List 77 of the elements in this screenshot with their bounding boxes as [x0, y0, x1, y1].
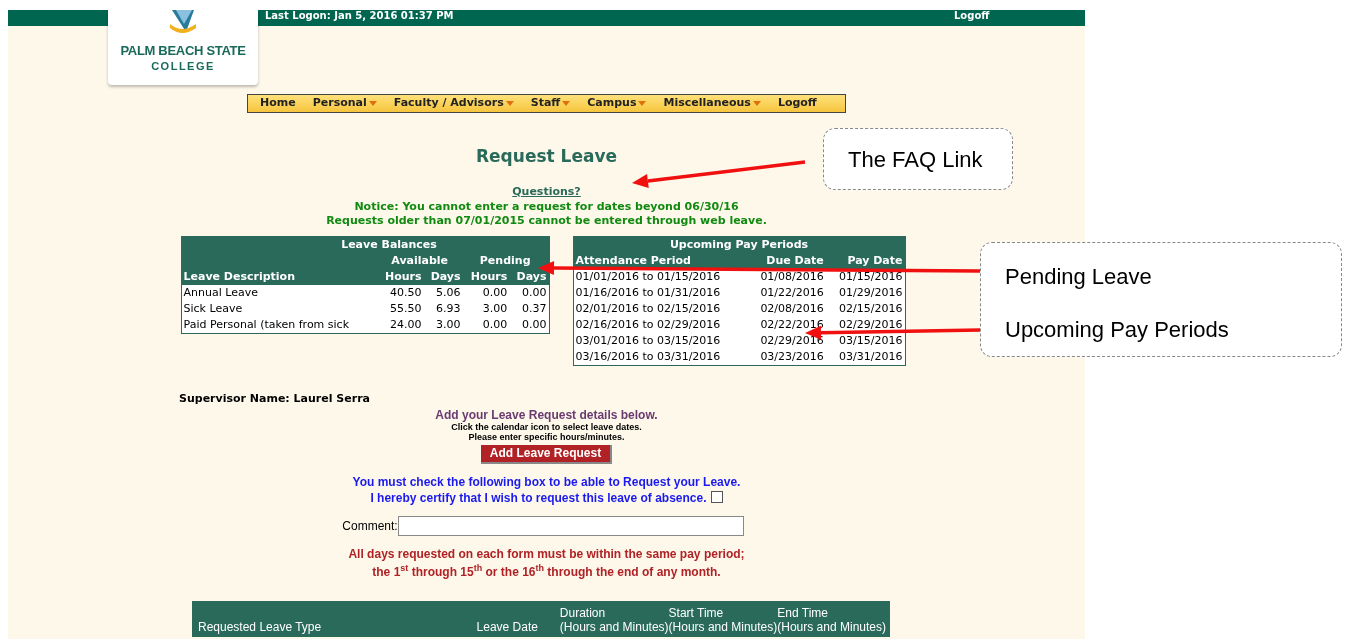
table-cell: 02/29/2016	[747, 333, 826, 349]
page-title: Request Leave	[476, 145, 617, 168]
comment-label: Comment:	[342, 517, 398, 535]
table-cell: 02/08/2016	[747, 301, 826, 317]
table-cell: 02/16/2016 to 02/29/2016	[573, 317, 748, 333]
column-header: Hours	[376, 269, 424, 285]
callout-text: Pending Leave	[1005, 263, 1152, 291]
menu-item[interactable]: Home	[260, 95, 296, 112]
table-cell: 01/15/2016	[825, 269, 905, 285]
certify-notice: You must check the following box to be able to Request your Leave.	[351, 473, 742, 490]
table-cell: 0.00	[509, 285, 549, 301]
table-title: Upcoming Pay Periods	[573, 236, 905, 253]
menu-item[interactable]: Campus	[587, 95, 647, 112]
supervisor-name: Supervisor Name: Laurel Serra	[179, 391, 371, 407]
table-cell: 55.50	[376, 301, 424, 317]
table-cell: 6.93	[423, 301, 463, 317]
rule-text: All days requested on each form must be within the same pay period;	[347, 545, 746, 563]
table-cell: 03/15/2016	[825, 333, 905, 349]
logo-text: COLLEGE	[150, 59, 216, 74]
table-cell: 01/01/2016 to 01/15/2016	[573, 269, 748, 285]
callout-text: The FAQ Link	[848, 146, 983, 174]
column-header: Hours	[462, 269, 510, 285]
questions-link[interactable]: Questions?	[512, 183, 581, 200]
column-header: Leave Description	[181, 269, 377, 285]
table-cell: 02/29/2016	[825, 317, 905, 333]
table-cell: 0.00	[462, 317, 510, 334]
column-group-header: Available	[376, 253, 463, 269]
menu-item[interactable]: Logoff	[777, 95, 817, 112]
instructions-text: Please enter specific hours/minutes.	[467, 431, 626, 442]
table-cell: 0.37	[509, 301, 549, 317]
table-cell: 03/16/2016 to 03/31/2016	[573, 349, 748, 366]
add-leave-request-button[interactable]: Add Leave Request	[480, 444, 613, 464]
logoff-link[interactable]: Logoff	[954, 10, 990, 23]
table-cell: 01/16/2016 to 01/31/2016	[573, 285, 748, 301]
table-cell: 03/01/2016 to 03/15/2016	[573, 333, 748, 349]
table-cell: 5.06	[423, 285, 463, 301]
table-cell: 01/22/2016	[747, 285, 826, 301]
column-group-header: Pending	[462, 253, 549, 269]
table-title: Leave Balances	[181, 236, 549, 253]
column-header: Leave Date	[476, 619, 538, 634]
table-cell: 24.00	[376, 317, 424, 334]
column-header: Days	[423, 269, 463, 285]
instructions-text: Click the calendar icon to select leave dates.	[450, 421, 643, 432]
instructions-heading: Add your Leave Request details below.	[434, 407, 659, 422]
callout-text: Upcoming Pay Periods	[1005, 316, 1229, 344]
notice-text: Notice: You cannot enter a request for dates beyond 06/30/16	[353, 200, 740, 214]
table-cell: Paid Personal (taken from sick	[181, 317, 377, 334]
menu-item[interactable]: Staff	[530, 95, 571, 112]
table-cell: 01/29/2016	[825, 285, 905, 301]
last-logon-text: Last Logon: Jan 5, 2016 01:37 PM	[265, 10, 454, 23]
table-cell: 03/23/2016	[747, 349, 826, 366]
certify-label: I hereby certify that I wish to request this leave of absence.	[370, 490, 707, 505]
menu-item[interactable]: Faculty / Advisors	[393, 95, 514, 112]
column-header: End Time (Hours and Minutes)	[777, 605, 886, 634]
table-cell: 03/31/2016	[825, 349, 905, 366]
column-header: Duration (Hours and Minutes)	[559, 605, 669, 634]
table-cell: 3.00	[423, 317, 463, 334]
notice-text: Requests older than 07/01/2015 cannot be entered through web leave.	[325, 214, 768, 228]
column-header: Requested Leave Type	[198, 619, 322, 634]
table-cell: 0.00	[509, 317, 549, 334]
column-header: Due Date	[747, 253, 826, 269]
menu-item[interactable]: Personal	[312, 95, 377, 112]
table-cell: Sick Leave	[181, 301, 377, 317]
table-cell: Annual Leave	[181, 285, 377, 301]
column-header: Pay Date	[825, 253, 905, 269]
column-header: Start Time (Hours and Minutes)	[668, 605, 778, 634]
rule-text: the 1$^{st}$ through 15$^{th}$ or the 16$^{th}$ through the end of any month.	[371, 562, 722, 581]
column-header: Days	[509, 269, 549, 285]
table-cell: 02/15/2016	[825, 301, 905, 317]
table-cell: 02/01/2016 to 02/15/2016	[573, 301, 748, 317]
table-cell: 40.50	[376, 285, 424, 301]
logo-text: PALM BEACH STATE	[119, 42, 247, 60]
table-cell: 02/22/2016	[747, 317, 826, 333]
table-cell: 3.00	[462, 301, 510, 317]
menu-item[interactable]: Miscellaneous	[663, 95, 761, 112]
table-cell: 0.00	[462, 285, 510, 301]
table-cell: 01/08/2016	[747, 269, 826, 285]
